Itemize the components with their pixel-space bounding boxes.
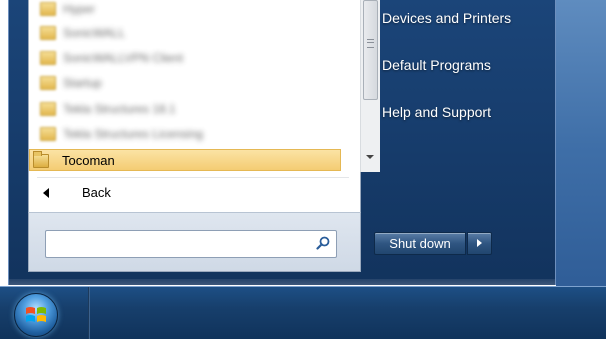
chevron-right-icon — [477, 239, 482, 247]
shutdown-options-button[interactable] — [467, 232, 492, 255]
folder-icon — [33, 151, 49, 168]
folder-icon — [40, 76, 56, 90]
scrollbar-grip-icon — [367, 39, 374, 48]
divider — [37, 177, 349, 178]
taskbar — [0, 286, 606, 339]
back-button[interactable]: Back — [29, 180, 341, 206]
default-programs-link[interactable]: Default Programs — [382, 57, 491, 73]
start-button[interactable] — [14, 293, 58, 337]
list-item[interactable]: Tekla Structures Licensing — [29, 123, 341, 145]
back-label: Back — [82, 185, 111, 200]
list-item[interactable]: SonicWALL — [29, 22, 341, 44]
list-item-tocoman[interactable]: Tocoman — [29, 149, 341, 171]
folder-icon — [40, 2, 56, 16]
list-item-label: Tekla Structures Licensing — [63, 127, 204, 141]
scroll-down-arrow-icon[interactable] — [366, 155, 374, 159]
program-list: Hyper SonicWALL SonicWALLVPN Client Star… — [29, 0, 341, 172]
taskbar-separator — [88, 287, 90, 339]
back-arrow-icon — [43, 188, 49, 198]
search-area — [28, 212, 361, 272]
help-and-support-link[interactable]: Help and Support — [382, 104, 491, 120]
folder-icon — [40, 26, 56, 40]
folder-icon — [40, 102, 56, 116]
list-item-label: Startup — [63, 76, 102, 90]
devices-and-printers-link[interactable]: Devices and Printers — [382, 10, 511, 26]
folder-icon — [40, 127, 56, 141]
left-panel: Hyper SonicWALL SonicWALLVPN Client Star… — [28, 0, 380, 272]
list-item[interactable]: Tekla Structures 18.1 — [29, 98, 341, 120]
folder-icon — [40, 51, 56, 65]
scrollbar-thumb[interactable] — [363, 0, 378, 100]
program-list-scrollbar[interactable] — [360, 0, 380, 172]
list-item-label: Tekla Structures 18.1 — [63, 102, 176, 116]
list-item-label: Tocoman — [62, 153, 115, 168]
search-input[interactable] — [45, 230, 337, 258]
list-item[interactable]: Hyper — [29, 0, 341, 20]
search-icon[interactable] — [316, 236, 330, 250]
list-item[interactable]: Startup — [29, 72, 341, 94]
list-item[interactable]: SonicWALLVPN Client — [29, 47, 341, 69]
shutdown-button[interactable]: Shut down — [374, 232, 466, 255]
list-item-label: Hyper — [63, 2, 96, 16]
start-menu: Hyper SonicWALL SonicWALLVPN Client Star… — [8, 0, 556, 285]
windows-logo-icon — [26, 307, 46, 322]
list-item-label: SonicWALLVPN Client — [63, 51, 184, 65]
list-item-label: SonicWALL — [63, 26, 126, 40]
desktop-background — [556, 0, 606, 290]
